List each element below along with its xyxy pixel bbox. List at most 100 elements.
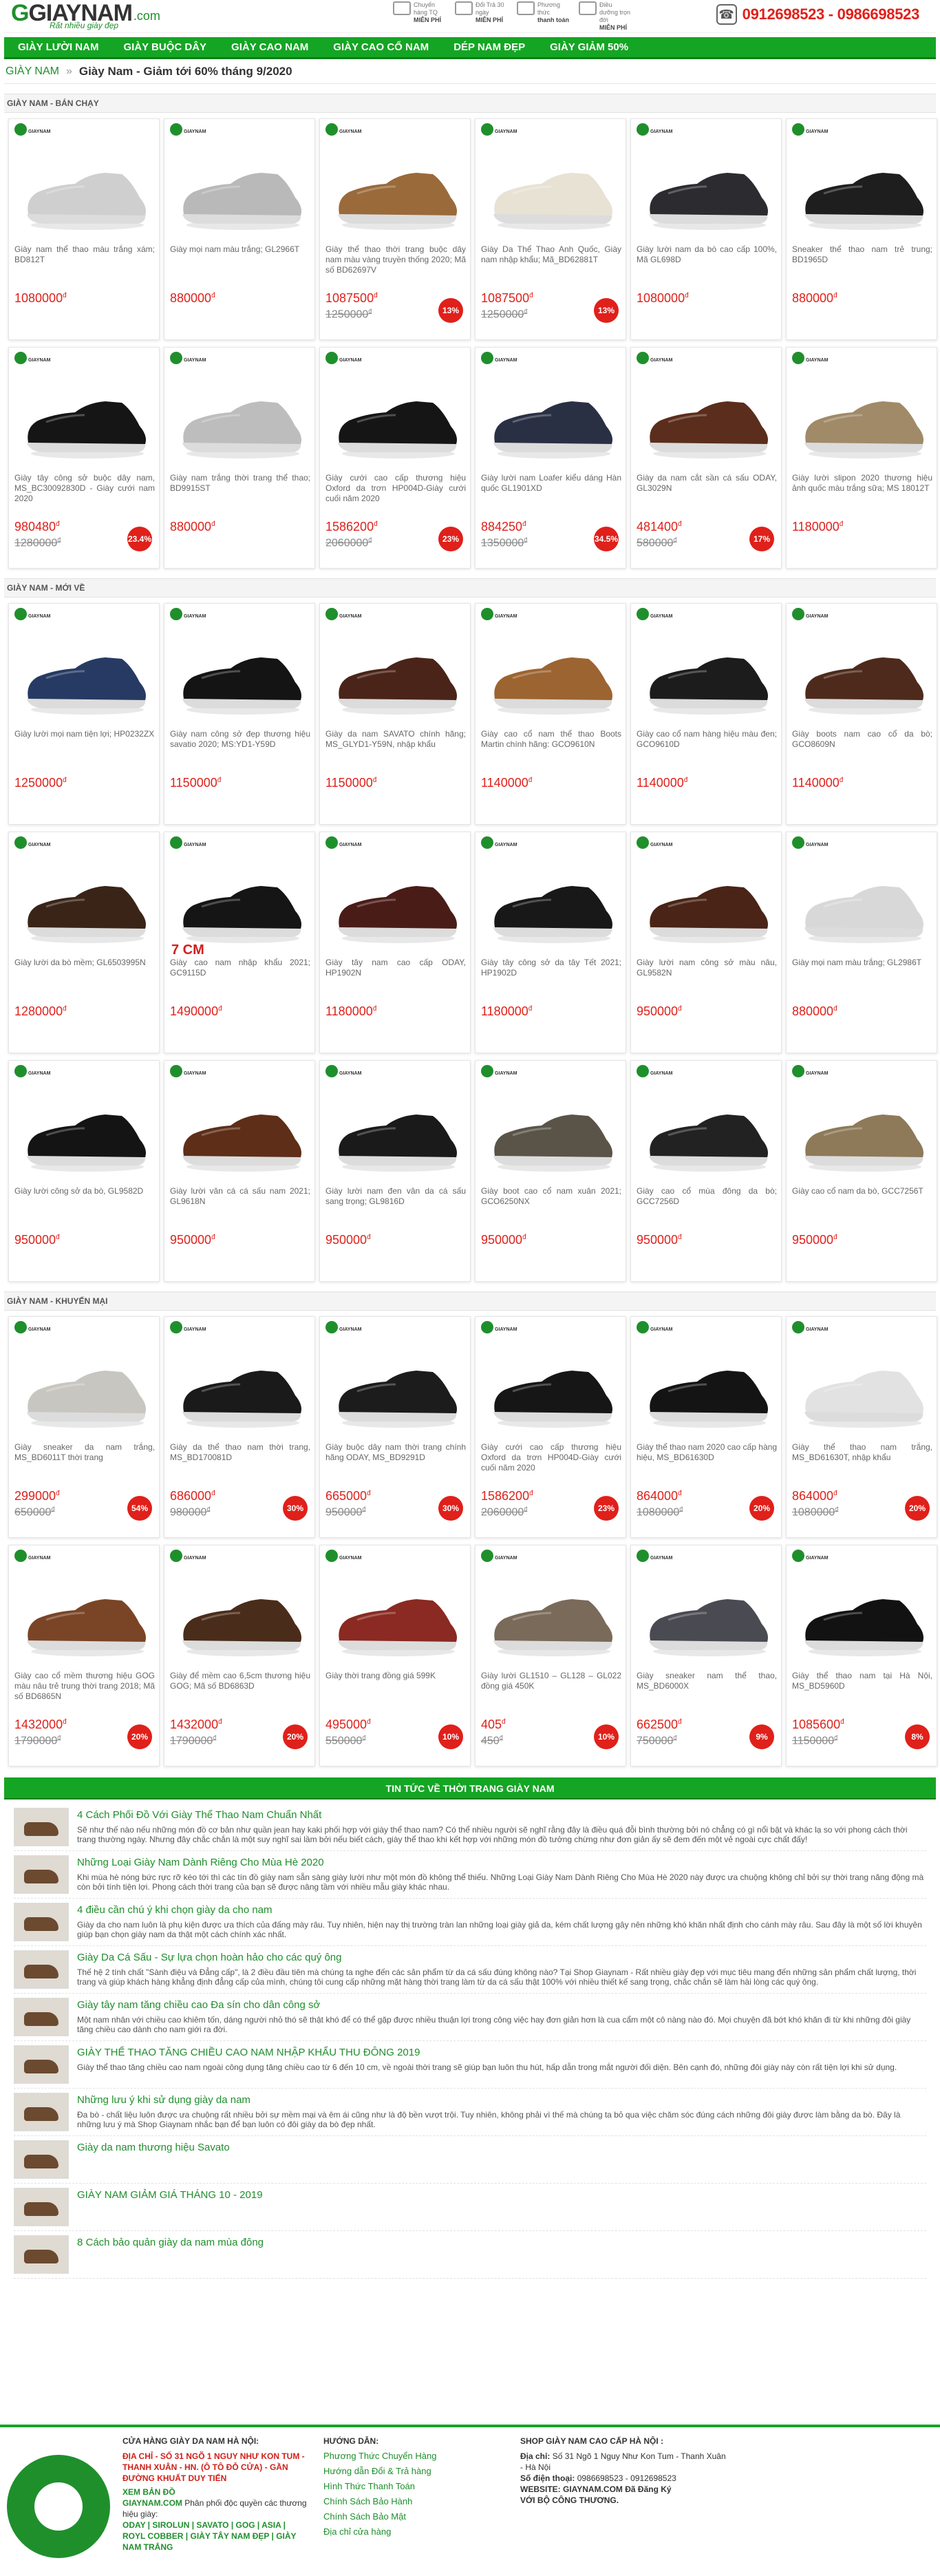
product-name[interactable]: Giày mọi nam màu trắng; GL2986T — [792, 958, 932, 1000]
product-name[interactable]: Giày boot cao cổ nam xuân 2021; GCO6250N… — [481, 1186, 621, 1229]
product-card[interactable]: GIAYNAM Giày cưới cao cấp thương hiệu Oxf… — [319, 347, 471, 569]
product-card[interactable]: GIAYNAM Giày lười da bò mềm; GL6503995N 12… — [8, 832, 160, 1053]
product-image[interactable] — [19, 1584, 149, 1660]
product-name[interactable]: Giày lười nam công sở màu nâu, GL9582N — [637, 958, 777, 1000]
product-card[interactable]: GIAYNAM Giày boots nam cao cổ da bò; GCO8… — [786, 603, 937, 825]
product-image[interactable] — [641, 1355, 771, 1431]
product-image[interactable] — [330, 158, 460, 233]
product-name[interactable]: Giày boots nam cao cổ da bò; GCO8609N — [792, 729, 932, 772]
product-image[interactable] — [485, 158, 616, 233]
news-title[interactable]: Giày tây nam tăng chiều cao Đa sín cho d… — [77, 1999, 926, 2011]
product-card[interactable]: GIAYNAM Giày tây nam cao cấp ODAY, HP1902… — [319, 832, 471, 1053]
product-image[interactable] — [641, 642, 771, 718]
product-name[interactable]: Giày cao cổ nam hàng hiệu màu đen; GCO96… — [637, 729, 777, 772]
news-item[interactable]: 4 Cách Phối Đồ Với Giày Thể Thao Nam Chu… — [14, 1804, 926, 1851]
product-card[interactable]: GIAYNAM Giày thể thao nam 2020 cao cấp hà… — [630, 1316, 782, 1538]
product-name[interactable]: Giày cao cổ nam thể thao Boots Martin ch… — [481, 729, 621, 772]
product-card[interactable]: GIAYNAM Giày da nam cắt sần cá sấu ODAY, … — [630, 347, 782, 569]
news-item[interactable]: Những lưu ý khi sử dụng giày da nam Đa bò… — [14, 2089, 926, 2136]
product-image[interactable] — [796, 642, 927, 718]
product-name[interactable]: Giày nam trắng thời trang thể thao; BD99… — [170, 473, 310, 516]
product-image[interactable] — [485, 386, 616, 462]
nav-item[interactable]: GIÀY GIẢM 50% — [550, 41, 628, 53]
product-name[interactable]: Giày lười mọi nam tiện lợi; HP0232ZX — [14, 729, 155, 772]
product-card[interactable]: GIAYNAM Giày nam thể thao màu trắng xám; … — [8, 118, 160, 340]
footer-guide-link[interactable]: Phương Thức Chuyển Hàng — [323, 2451, 489, 2462]
product-card[interactable]: GIAYNAM Giày Da Thể Thao Anh Quốc, Giày n… — [475, 118, 626, 340]
product-card[interactable]: GIAYNAM Giày cao cổ nam hàng hiệu màu đen… — [630, 603, 782, 825]
news-thumbnail[interactable] — [14, 1950, 69, 1989]
breadcrumb-home[interactable]: GIÀY NAM — [6, 65, 59, 78]
product-name[interactable]: Giày lười GL1510 – GL128 – GL022 đồng gi… — [481, 1671, 621, 1713]
product-image[interactable] — [174, 1584, 305, 1660]
product-name[interactable]: Giày cao cổ nam da bò, GCC7256T — [792, 1186, 932, 1229]
product-card[interactable]: GIAYNAM Giày tây công sở buộc dây nam, MS… — [8, 347, 160, 569]
product-image[interactable] — [174, 871, 305, 947]
product-card[interactable]: GIAYNAM Giày cao cổ mềm thương hiệu GOG m… — [8, 1545, 160, 1766]
hotline-number[interactable]: 0912698523 - 0986698523 — [743, 6, 920, 23]
product-name[interactable]: Giày tây nam cao cấp ODAY, HP1902N — [325, 958, 466, 1000]
product-image[interactable] — [796, 871, 927, 947]
product-card[interactable]: GIAYNAM Giày lười nam da bò cao cấp 100%,… — [630, 118, 782, 340]
nav-item[interactable]: GIÀY CAO NAM — [231, 41, 308, 53]
news-title[interactable]: 4 điều cần chú ý khi chọn giày da cho na… — [77, 1904, 926, 1916]
news-title[interactable]: 8 Cách bảo quản giày da nam mùa đông — [77, 2237, 264, 2248]
news-thumbnail[interactable] — [14, 2188, 69, 2226]
product-image[interactable] — [330, 1584, 460, 1660]
product-card[interactable]: GIAYNAM Giày thể thao nam tại Hà Nội, MS_… — [786, 1545, 937, 1766]
product-name[interactable]: Giày da nam cắt sần cá sấu ODAY, GL3029N — [637, 473, 777, 516]
news-title[interactable]: Giày da nam thương hiệu Savato — [77, 2142, 230, 2153]
product-image[interactable] — [641, 1099, 771, 1175]
news-thumbnail[interactable] — [14, 1998, 69, 2036]
news-item[interactable]: Giày Da Cá Sấu - Sự lựa chọn hoàn hảo ch… — [14, 1946, 926, 1994]
product-image[interactable] — [485, 1584, 616, 1660]
product-name[interactable]: Giày lười nam da bò cao cấp 100%, Mã GL6… — [637, 244, 777, 287]
product-card[interactable]: GIAYNAM Giày cao cổ mùa đông da bò; GCC72… — [630, 1060, 782, 1282]
product-card[interactable]: GIAYNAM Giày lười nam công sở màu nâu, GL… — [630, 832, 782, 1053]
news-item[interactable]: GIÀY NAM GIẢM GIÁ THÁNG 10 - 2019 — [14, 2184, 926, 2231]
product-image[interactable] — [19, 642, 149, 718]
product-name[interactable]: Giày thời trang đồng giá 599K — [325, 1671, 466, 1713]
product-name[interactable]: Giày sneaker nam thể thao, MS_BD6000X — [637, 1671, 777, 1713]
nav-item[interactable]: GIÀY LƯỜI NAM — [18, 41, 98, 53]
product-name[interactable]: Giày lười nam Loafer kiểu dáng Hàn quốc … — [481, 473, 621, 516]
product-name[interactable]: Giày lười da bò mềm; GL6503995N — [14, 958, 155, 1000]
product-card[interactable]: GIAYNAM Giày lười slipon 2020 thương hiệu… — [786, 347, 937, 569]
product-name[interactable]: Giày lười nam đen vân da cá sấu sang trọ… — [325, 1186, 466, 1229]
product-name[interactable]: Giày tây công sở buộc dây nam, MS_BC3009… — [14, 473, 155, 516]
product-image[interactable] — [485, 1099, 616, 1175]
product-image[interactable] — [19, 1099, 149, 1175]
news-thumbnail[interactable] — [14, 1855, 69, 1894]
product-card[interactable]: GIAYNAM Giày cưới cao cấp thương hiệu Oxf… — [475, 1316, 626, 1538]
product-name[interactable]: Giày cao cổ mùa đông da bò; GCC7256D — [637, 1186, 777, 1229]
footer-guide-link[interactable]: Địa chỉ cửa hàng — [323, 2526, 489, 2537]
nav-item[interactable]: GIÀY CAO CỔ NAM — [333, 41, 429, 53]
news-item[interactable]: GIÀY THỂ THAO TĂNG CHIỀU CAO NAM NHẬP KH… — [14, 2041, 926, 2089]
product-card[interactable]: GIAYNAM Giày lười mọi nam tiện lợi; HP023… — [8, 603, 160, 825]
product-image[interactable] — [174, 158, 305, 233]
product-image[interactable] — [330, 1355, 460, 1431]
product-card[interactable]: GIAYNAM Giày cao cổ nam thể thao Boots Ma… — [475, 603, 626, 825]
product-card[interactable]: GIAYNAM Giày lười GL1510 – GL128 – GL022 … — [475, 1545, 626, 1766]
product-card[interactable]: GIAYNAM Giày mọi nam màu trắng; GL2966T 88… — [164, 118, 315, 340]
product-image[interactable] — [330, 642, 460, 718]
product-image[interactable] — [174, 1355, 305, 1431]
footer-map-link[interactable]: XEM BẢN ĐỒ — [122, 2487, 308, 2498]
product-image[interactable] — [174, 386, 305, 462]
product-image[interactable] — [641, 386, 771, 462]
product-name[interactable]: Sneaker thể thao nam trẻ trung; BD1965D — [792, 244, 932, 287]
product-image[interactable] — [641, 871, 771, 947]
product-card[interactable]: GIAYNAM Giày thể thao nam trắng, MS_BD616… — [786, 1316, 937, 1538]
product-card[interactable]: GIAYNAM Giày da thể thao nam thời trang, … — [164, 1316, 315, 1538]
product-name[interactable]: Giày nam công sở đẹp thương hiệu savatio… — [170, 729, 310, 772]
product-image[interactable] — [796, 1355, 927, 1431]
product-name[interactable]: Giày nam thể thao màu trắng xám; BD812T — [14, 244, 155, 287]
product-card[interactable]: GIAYNAM Giày sneaker da nam trắng, MS_BD6… — [8, 1316, 160, 1538]
product-card[interactable]: GIAYNAM Giày tây công sở da tây Tết 2021;… — [475, 832, 626, 1053]
product-card[interactable]: GIAYNAM Giày da nam SAVATO chính hãng; MS… — [319, 603, 471, 825]
news-title[interactable]: Những lưu ý khi sử dụng giày da nam — [77, 2094, 926, 2106]
news-item[interactable]: Những Loại Giày Nam Dành Riêng Cho Mùa H… — [14, 1851, 926, 1899]
footer-guide-link[interactable]: Hướng dẫn Đổi & Trả hàng — [323, 2466, 489, 2477]
product-image[interactable] — [641, 158, 771, 233]
product-image[interactable] — [796, 386, 927, 462]
